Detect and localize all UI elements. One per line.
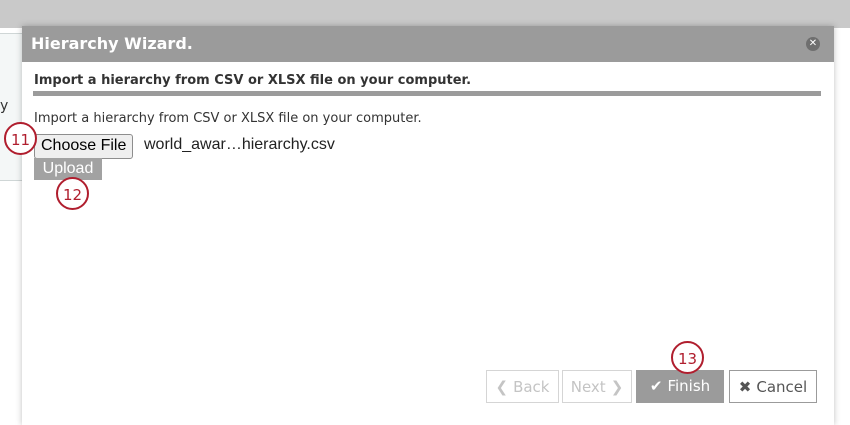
x-icon: ✖ [738, 378, 752, 396]
callout-badge-12: 12 [56, 177, 89, 210]
choose-file-button[interactable]: Choose File [34, 134, 134, 159]
section-divider [33, 91, 821, 96]
callout-badge-13: 13 [671, 341, 704, 374]
back-label: Back [513, 378, 550, 396]
callout-badge-11: 11 [4, 122, 37, 155]
background-partial-text: y [0, 98, 9, 114]
section-heading: Import a hierarchy from CSV or XLSX file… [34, 73, 472, 88]
next-label: Next [570, 378, 606, 396]
selected-file-name: world_awar…hierarchy.csv [144, 136, 335, 153]
finish-label: Finish [667, 377, 711, 395]
top-bar [0, 0, 850, 28]
cancel-label: Cancel [756, 378, 808, 396]
close-icon[interactable]: ✕ [806, 37, 820, 51]
finish-button[interactable]: ✔ Finish [636, 370, 724, 403]
chevron-left-icon: ❮ [495, 378, 509, 396]
cancel-button[interactable]: ✖ Cancel [729, 370, 817, 403]
next-button[interactable]: Next ❯ [562, 370, 632, 403]
hierarchy-wizard-dialog: Hierarchy Wizard. ✕ Import a hierarchy f… [22, 26, 834, 425]
dialog-header: Hierarchy Wizard. ✕ [22, 26, 834, 62]
back-button[interactable]: ❮ Back [486, 370, 559, 403]
check-icon: ✔ [649, 377, 663, 395]
instructions-text: Import a hierarchy from CSV or XLSX file… [34, 111, 422, 126]
dialog-title: Hierarchy Wizard. [31, 34, 193, 53]
chevron-right-icon: ❯ [610, 378, 624, 396]
